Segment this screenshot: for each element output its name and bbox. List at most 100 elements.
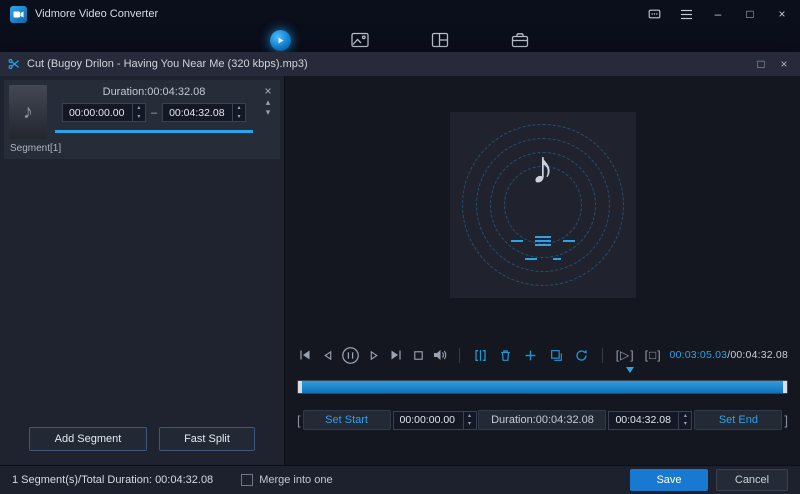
merge-label: Merge into one <box>259 474 333 486</box>
segment-card-top: ♪ Duration:00:04:32.08 ▴ ▾ <box>9 85 275 139</box>
frame-forward-icon[interactable] <box>366 344 382 366</box>
app-window: Vidmore Video Converter – □ × Cut (Bugoy… <box>0 0 800 494</box>
segment-list-panel: ♪ Duration:00:04:32.08 ▴ ▾ <box>0 76 285 465</box>
minimize-icon[interactable]: – <box>710 6 726 22</box>
play-segment-icon[interactable]: [▷] <box>614 348 637 362</box>
playback-controls: [▷] [□] 00:03:05.03/00:04:32.08 <box>297 342 788 368</box>
move-down-icon[interactable]: ▾ <box>266 108 271 117</box>
remove-segment-icon[interactable]: × <box>264 85 271 97</box>
segment-card-side: × ▴ ▾ <box>261 85 275 139</box>
trim-controls: [ Set Start ▴ ▾ Duration:00:04:32.08 ▴ <box>297 410 788 430</box>
segment-card[interactable]: ♪ Duration:00:04:32.08 ▴ ▾ <box>4 80 280 159</box>
copy-segment-icon[interactable] <box>547 344 566 366</box>
pause-icon[interactable] <box>341 344 360 366</box>
segment-time-range: ▴ ▾ – ▴ ▾ <box>55 103 253 122</box>
menu-icon[interactable] <box>678 6 694 22</box>
range-dash: – <box>150 106 158 119</box>
statusbar: 1 Segment(s)/Total Duration: 00:04:32.08… <box>0 465 800 494</box>
spinner-down-icon[interactable]: ▾ <box>679 420 691 429</box>
spinner-down-icon[interactable]: ▾ <box>464 420 476 429</box>
divider <box>601 347 603 363</box>
reset-icon[interactable] <box>572 344 591 366</box>
app-title: Vidmore Video Converter <box>35 8 159 20</box>
volume-icon[interactable] <box>432 344 448 366</box>
spinner-up-icon[interactable]: ▴ <box>233 104 245 113</box>
cut-dialog-header: Cut (Bugoy Drilon - Having You Near Me (… <box>0 52 800 76</box>
timeline[interactable] <box>297 367 788 394</box>
split-segment-icon[interactable] <box>471 344 490 366</box>
close-icon[interactable]: × <box>774 6 790 22</box>
trim-start-value[interactable] <box>393 411 463 429</box>
trim-start-spinner: ▴ ▾ <box>462 411 476 429</box>
spinner-up-icon[interactable]: ▴ <box>679 412 691 421</box>
segment-thumbnail: ♪ <box>9 85 47 139</box>
trim-end-input[interactable]: ▴ ▾ <box>608 410 693 430</box>
segment-start-value[interactable] <box>62 104 132 121</box>
add-segment-icon[interactable] <box>521 344 540 366</box>
music-note-icon: ♪ <box>23 100 33 123</box>
statusbar-actions: Save Cancel <box>630 469 788 491</box>
right-bracket: ] <box>784 412 788 428</box>
trim-end-handle[interactable] <box>783 381 787 393</box>
trim-duration-label: Duration:00:04:32.08 <box>478 410 607 430</box>
nav-collage-icon[interactable] <box>429 29 451 51</box>
set-end-button[interactable]: Set End <box>694 410 783 430</box>
segment-end-input[interactable]: ▴ ▾ <box>162 103 247 122</box>
segment-range-bar <box>55 130 253 133</box>
segment-end-value[interactable] <box>163 104 233 121</box>
segment-start-spinner: ▴ ▾ <box>131 104 145 122</box>
spinner-down-icon[interactable]: ▾ <box>133 113 145 122</box>
merge-into-one-option[interactable]: Merge into one <box>241 474 333 486</box>
set-start-button[interactable]: Set Start <box>302 410 391 430</box>
spinner-up-icon[interactable]: ▴ <box>464 412 476 421</box>
trim-start-input[interactable]: ▴ ▾ <box>392 410 477 430</box>
trim-start-handle[interactable] <box>298 381 302 393</box>
player-panel: ♪ [▷] [□] 00:03:05.03/00:04:32.08 [Set … <box>285 76 800 465</box>
playhead-triangle-icon <box>625 367 634 390</box>
nav-mv-icon[interactable] <box>349 29 371 51</box>
album-art: ♪ <box>449 112 636 298</box>
segment-duration-label: Duration:00:04:32.08 <box>102 86 206 98</box>
move-up-icon[interactable]: ▴ <box>266 98 271 107</box>
scissors-icon <box>8 58 20 70</box>
titlebar-controls: – □ × <box>646 6 790 22</box>
left-bracket: [ <box>297 412 301 428</box>
skip-start-icon[interactable] <box>297 344 313 366</box>
segment-label: Segment[1] <box>10 143 62 154</box>
segment-actions: Add Segment Fast Split <box>0 427 284 451</box>
maximize-icon[interactable]: □ <box>742 6 758 22</box>
stop-icon[interactable] <box>410 344 426 366</box>
time-display: 00:03:05.03/00:04:32.08 <box>670 349 788 361</box>
segment-start-input[interactable]: ▴ ▾ <box>61 103 146 122</box>
spinner-down-icon[interactable]: ▾ <box>233 113 245 122</box>
segment-card-body: Duration:00:04:32.08 ▴ ▾ – <box>55 85 253 139</box>
skip-end-icon[interactable] <box>388 344 404 366</box>
nav-converter-icon[interactable] <box>269 29 291 51</box>
divider <box>459 347 460 363</box>
feature-navbar <box>0 28 800 52</box>
nav-toolbox-icon[interactable] <box>509 29 531 51</box>
feedback-icon[interactable] <box>646 6 662 22</box>
dialog-title: Cut (Bugoy Drilon - Having You Near Me (… <box>27 58 308 70</box>
titlebar-left: Vidmore Video Converter <box>10 5 159 23</box>
equalizer-row <box>450 236 636 246</box>
titlebar: Vidmore Video Converter – □ × <box>0 0 800 28</box>
playhead[interactable] <box>625 367 636 391</box>
current-time: 00:03:05.03 <box>669 349 728 361</box>
equalizer-row <box>450 258 636 260</box>
cancel-button[interactable]: Cancel <box>716 469 788 491</box>
music-note-icon: ♪ <box>531 141 554 193</box>
fast-split-button[interactable]: Fast Split <box>159 427 255 451</box>
stop-segment-icon[interactable]: [□] <box>643 348 664 362</box>
delete-segment-icon[interactable] <box>496 344 515 366</box>
dialog-maximize-icon[interactable]: □ <box>753 57 769 71</box>
cut-dialog: Cut (Bugoy Drilon - Having You Near Me (… <box>0 52 800 465</box>
trim-end-spinner: ▴ ▾ <box>678 411 691 429</box>
trim-end-value[interactable] <box>609 411 679 429</box>
dialog-close-icon[interactable]: × <box>776 57 792 71</box>
merge-checkbox[interactable] <box>241 474 254 486</box>
add-segment-button[interactable]: Add Segment <box>29 427 147 451</box>
frame-back-icon[interactable] <box>319 344 335 366</box>
spinner-up-icon[interactable]: ▴ <box>133 104 145 113</box>
save-button[interactable]: Save <box>630 469 708 491</box>
